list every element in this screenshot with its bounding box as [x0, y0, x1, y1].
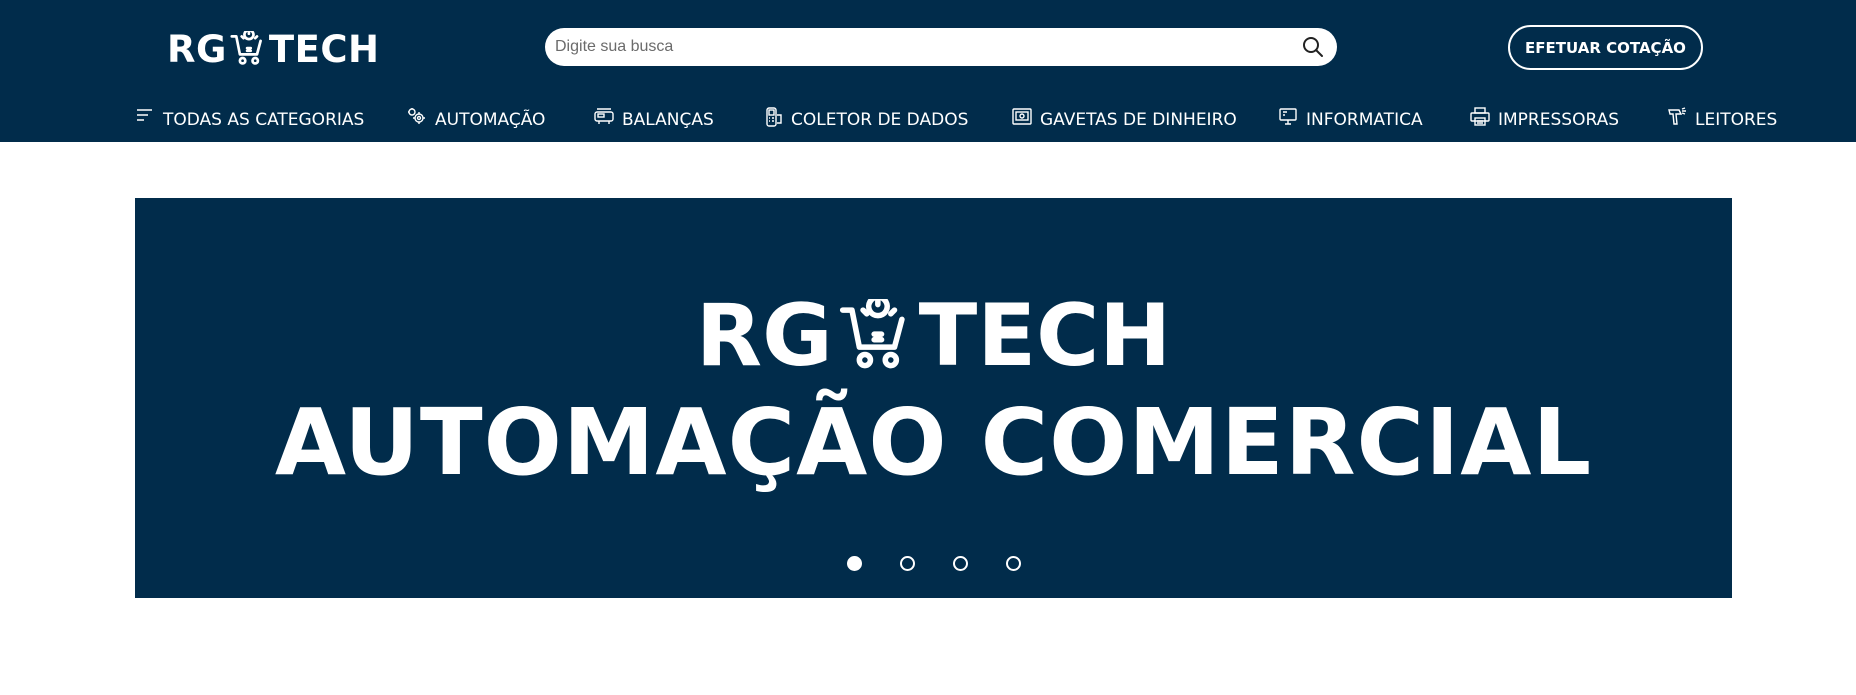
printer-icon: [1470, 107, 1490, 126]
search-bar: [545, 28, 1337, 66]
logo-text-right: TECH: [268, 27, 380, 71]
site-header: RG TECH EFETUAR COTAÇÃO TODAS AS CATEGOR…: [0, 0, 1856, 142]
carousel-dot-1[interactable]: [846, 556, 862, 571]
nav-item-all-categories[interactable]: TODAS AS CATEGORIAS: [135, 106, 364, 134]
banner-logo-text-left: RG: [695, 286, 833, 386]
search-icon[interactable]: [1301, 35, 1325, 59]
barcode-scanner-icon: [1668, 107, 1686, 125]
computer-icon: [1279, 108, 1297, 125]
banner-logo: RG TECH: [135, 286, 1732, 386]
nav-item-label: INFORMATICA: [1306, 110, 1423, 130]
carousel-dot-4[interactable]: [1005, 556, 1021, 571]
carousel-dots: [135, 556, 1732, 571]
cart-bulb-icon: [230, 31, 262, 65]
menu-lines-icon: [137, 109, 152, 121]
nav-item-label: AUTOMAÇÃO: [435, 110, 546, 130]
nav-item-label: BALANÇAS: [622, 110, 714, 130]
carousel-dot-3[interactable]: [952, 556, 968, 571]
cash-drawer-icon: [1012, 108, 1032, 125]
nav-item-label: TODAS AS CATEGORIAS: [163, 110, 365, 130]
nav-item-balancas[interactable]: BALANÇAS: [594, 106, 714, 134]
nav-item-label: LEITORES: [1695, 110, 1778, 130]
nav-item-informatica[interactable]: INFORMATICA: [1278, 106, 1423, 134]
cart-bulb-icon: [839, 299, 905, 369]
nav-item-automacao[interactable]: AUTOMAÇÃO: [407, 106, 545, 134]
banner-logo-text-right: TECH: [918, 286, 1172, 386]
nav-item-label: IMPRESSORAS: [1498, 110, 1619, 130]
site-logo[interactable]: RG TECH: [167, 24, 380, 74]
data-collector-icon: [766, 107, 782, 127]
nav-item-impressoras[interactable]: IMPRESSORAS: [1470, 106, 1619, 134]
nav-item-gavetas-de-dinheiro[interactable]: GAVETAS DE DINHEIRO: [1012, 106, 1237, 134]
nav-item-label: COLETOR DE DADOS: [791, 110, 969, 130]
category-nav: TODAS AS CATEGORIAS AUTOMAÇÃO BALANÇAS C…: [0, 106, 1856, 134]
search-input[interactable]: [555, 28, 1275, 66]
quote-button[interactable]: EFETUAR COTAÇÃO: [1508, 25, 1703, 70]
nav-item-label: GAVETAS DE DINHEIRO: [1040, 110, 1237, 130]
gears-icon: [408, 108, 425, 124]
hero-banner: RG TECH AUTOMAÇÃO COMERCIAL: [135, 198, 1732, 598]
nav-item-coletor-de-dados[interactable]: COLETOR DE DADOS: [763, 106, 968, 134]
logo-text-left: RG: [167, 27, 227, 71]
scale-icon: [594, 108, 614, 124]
banner-title: AUTOMAÇÃO COMERCIAL: [274, 389, 1593, 496]
nav-item-leitores[interactable]: LEITORES: [1667, 106, 1777, 134]
carousel-dot-2[interactable]: [899, 556, 915, 571]
